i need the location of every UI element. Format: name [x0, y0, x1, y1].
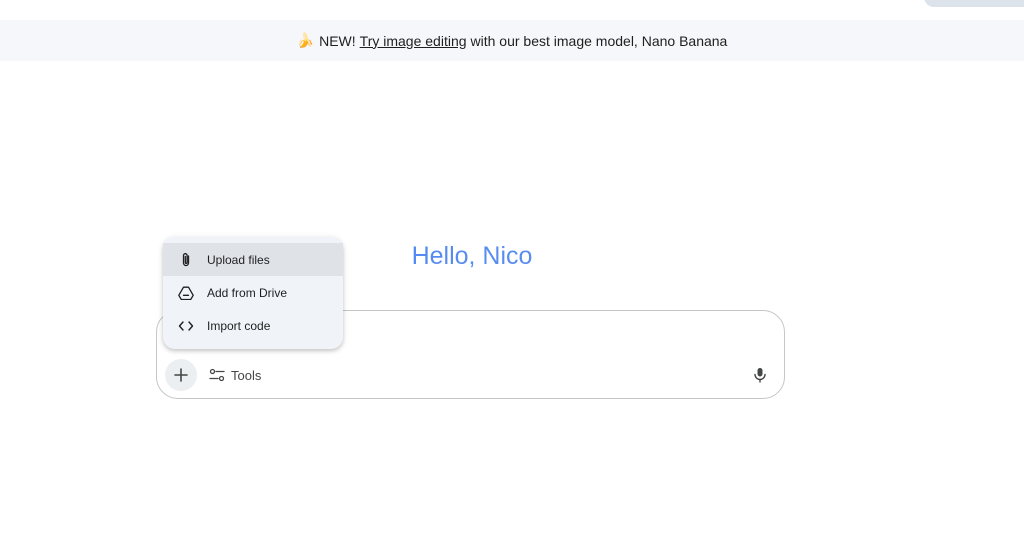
- paperclip-icon: [178, 252, 194, 268]
- banana-icon: 🍌: [296, 32, 315, 48]
- tools-icon: [209, 368, 225, 382]
- microphone-icon: [754, 368, 766, 383]
- add-attachment-button[interactable]: [165, 359, 197, 391]
- menu-item-label: Import code: [207, 318, 271, 333]
- top-right-button[interactable]: [924, 0, 1024, 7]
- banner-new-label: NEW!: [319, 32, 356, 49]
- tools-label: Tools: [231, 367, 262, 383]
- microphone-button[interactable]: [748, 363, 772, 387]
- menu-item-upload-files[interactable]: Upload files: [163, 243, 343, 276]
- menu-item-label: Add from Drive: [207, 285, 288, 300]
- tools-button[interactable]: Tools: [209, 363, 261, 387]
- menu-item-import-code[interactable]: Import code: [163, 309, 343, 342]
- upload-menu: Upload files Add from Drive Import code: [163, 237, 343, 349]
- banner-text: with our best image model, Nano Banana: [470, 32, 728, 49]
- menu-item-label: Upload files: [207, 252, 270, 267]
- code-icon: [178, 318, 194, 334]
- menu-item-add-from-drive[interactable]: Add from Drive: [163, 276, 343, 309]
- plus-icon: [174, 368, 188, 382]
- announcement-banner: 🍌 NEW! Try image editing with our best i…: [0, 20, 1024, 61]
- greeting-title: Hello, Nico: [0, 242, 944, 271]
- drive-icon: [178, 285, 194, 301]
- banner-link[interactable]: Try image editing: [360, 33, 467, 49]
